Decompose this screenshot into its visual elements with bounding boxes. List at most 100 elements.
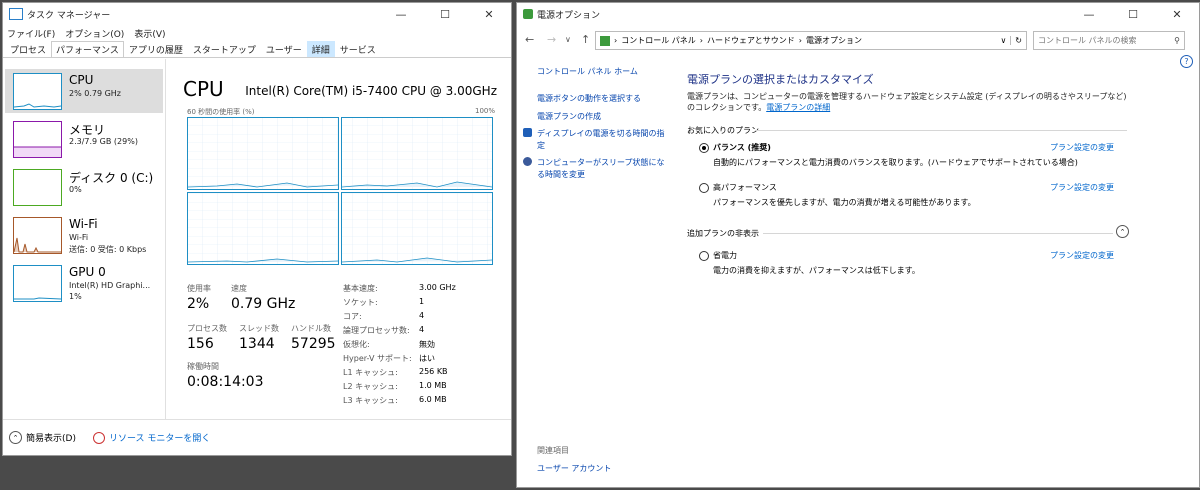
resource-monitor-icon bbox=[93, 431, 105, 444]
back-arrow-icon[interactable]: ← bbox=[525, 33, 534, 46]
menu-options[interactable]: オプション(O) bbox=[65, 27, 124, 40]
gpu-thumbnail-graph bbox=[13, 265, 62, 302]
related-items-label: 関連項目 bbox=[537, 446, 569, 455]
cpu-detail-panel: CPU Intel(R) Core(TM) i5-7400 CPU @ 3.00… bbox=[173, 59, 503, 419]
resource-sidebar: CPU 2% 0.79 GHz メモリ 2.3/7.9 GB (29%) ディス… bbox=[3, 59, 166, 419]
display-shield-icon bbox=[523, 128, 532, 137]
sidebar-item-label: GPU 0 bbox=[69, 265, 106, 279]
search-placeholder: コントロール パネルの検索 bbox=[1038, 36, 1137, 45]
nav-create-power-plan[interactable]: 電源プランの作成 bbox=[537, 111, 601, 122]
maximize-button[interactable]: ☐ bbox=[1111, 3, 1155, 25]
close-button[interactable]: ✕ bbox=[467, 3, 511, 25]
fewer-details-button[interactable]: ⌃ 簡易表示(D) bbox=[9, 431, 76, 444]
spec-value: 1 bbox=[419, 297, 425, 306]
menu-view[interactable]: 表示(V) bbox=[134, 27, 165, 40]
collapse-chevron-icon[interactable]: ⌃ bbox=[1116, 225, 1129, 238]
sidebar-item-detail-2: 1% bbox=[69, 292, 82, 301]
spec-value: 無効 bbox=[419, 340, 435, 349]
change-plan-settings-link[interactable]: プラン設定の変更 bbox=[1050, 182, 1114, 193]
tab-details[interactable]: 詳細 bbox=[306, 41, 335, 57]
sidebar-item-detail: Intel(R) HD Graphi... bbox=[69, 281, 151, 290]
tab-app-history[interactable]: アプリの履歴 bbox=[124, 41, 188, 57]
help-icon[interactable]: ? bbox=[1180, 55, 1193, 68]
open-resource-monitor-link[interactable]: リソース モニターを開く bbox=[93, 431, 210, 444]
sidebar-item-disk[interactable]: ディスク 0 (C:) 0% bbox=[5, 165, 163, 209]
change-plan-settings-link[interactable]: プラン設定の変更 bbox=[1050, 142, 1114, 153]
cpu-model: Intel(R) Core(TM) i5-7400 CPU @ 3.00GHz bbox=[245, 84, 497, 98]
core-graph-0 bbox=[187, 117, 339, 190]
tab-services[interactable]: サービス bbox=[335, 41, 381, 57]
task-manager-window: タスク マネージャー — ☐ ✕ ファイル(F) オプション(O) 表示(V) … bbox=[2, 2, 512, 456]
plan-radio-power-saver[interactable] bbox=[699, 251, 709, 261]
tab-performance[interactable]: パフォーマンス bbox=[51, 41, 124, 57]
tab-strip: プロセス パフォーマンス アプリの履歴 スタートアップ ユーザー 詳細 サービス bbox=[3, 41, 511, 58]
nav-user-accounts[interactable]: ユーザー アカウント bbox=[537, 463, 611, 474]
sidebar-item-label: CPU bbox=[69, 73, 94, 87]
forward-arrow-icon[interactable]: → bbox=[547, 33, 556, 46]
task-manager-footer: ⌃ 簡易表示(D) リソース モニターを開く bbox=[3, 419, 511, 455]
plan-description: 自動的にパフォーマンスと電力消費のバランスを取ります。(ハードウェアでサポートさ… bbox=[713, 158, 1078, 167]
breadcrumb-item[interactable]: コントロール パネル bbox=[621, 35, 696, 46]
section-divider bbox=[763, 233, 1113, 234]
plan-radio-balanced[interactable] bbox=[699, 143, 709, 153]
section-divider bbox=[755, 130, 1127, 131]
tab-users[interactable]: ユーザー bbox=[261, 41, 307, 57]
power-options-window: 電源オプション — ☐ ✕ ← → ∨ ↑ › コントロール パネル › ハード… bbox=[516, 2, 1200, 488]
address-dropdown-icon[interactable]: ∨ bbox=[1000, 36, 1006, 45]
sidebar-item-wifi[interactable]: Wi-Fi Wi-Fi 送信: 0 受信: 0 Kbps bbox=[5, 213, 163, 257]
nav-choose-power-buttons[interactable]: 電源ボタンの動作を選択する bbox=[537, 93, 641, 104]
minimize-button[interactable]: — bbox=[1067, 3, 1111, 25]
graph-axis-label: 60 秒間の使用率 (%) bbox=[187, 108, 255, 116]
control-panel-icon bbox=[600, 35, 610, 46]
usage-label: 使用率 bbox=[187, 284, 211, 293]
refresh-icon[interactable]: ↻ bbox=[1010, 36, 1026, 45]
sidebar-item-cpu[interactable]: CPU 2% 0.79 GHz bbox=[5, 69, 163, 113]
disk-thumbnail-graph bbox=[13, 169, 62, 206]
sidebar-item-gpu[interactable]: GPU 0 Intel(R) HD Graphi... 1% bbox=[5, 261, 163, 305]
breadcrumb-separator-icon: › bbox=[798, 36, 802, 45]
sidebar-item-detail: 2.3/7.9 GB (29%) bbox=[69, 137, 138, 146]
sidebar-item-detail: 2% 0.79 GHz bbox=[69, 89, 122, 98]
nav-control-panel-home[interactable]: コントロール パネル ホーム bbox=[537, 66, 638, 77]
spec-value: 4 bbox=[419, 311, 425, 320]
menu-file[interactable]: ファイル(F) bbox=[7, 27, 55, 40]
search-icon: ⚲ bbox=[1174, 36, 1180, 45]
sleep-moon-icon bbox=[523, 157, 532, 166]
core-graph-2 bbox=[187, 192, 339, 265]
window-title: 電源オプション bbox=[537, 10, 601, 21]
sidebar-item-memory[interactable]: メモリ 2.3/7.9 GB (29%) bbox=[5, 117, 163, 161]
minimize-button[interactable]: — bbox=[379, 3, 423, 25]
search-input[interactable]: コントロール パネルの検索 ⚲ bbox=[1033, 31, 1185, 50]
history-chevron-icon[interactable]: ∨ bbox=[565, 35, 571, 44]
breadcrumb[interactable]: › コントロール パネル › ハードウェアとサウンド › 電源オプション ∨ ↻ bbox=[595, 31, 1027, 50]
tab-startup[interactable]: スタートアップ bbox=[188, 41, 261, 57]
close-button[interactable]: ✕ bbox=[1155, 3, 1199, 25]
plan-description: パフォーマンスを優先しますが、電力の消費が増える可能性があります。 bbox=[713, 198, 976, 207]
plan-name: バランス (推奨) bbox=[713, 143, 771, 152]
process-label: プロセス数 bbox=[187, 324, 227, 333]
spec-key: ソケット: bbox=[343, 298, 378, 307]
power-plan-details-link[interactable]: 電源プランの詳細 bbox=[766, 103, 830, 112]
spec-key: 論理プロセッサ数: bbox=[343, 326, 410, 335]
core-graph-3 bbox=[341, 192, 493, 265]
maximize-button[interactable]: ☐ bbox=[423, 3, 467, 25]
breadcrumb-item[interactable]: ハードウェアとサウンド bbox=[707, 35, 795, 46]
change-plan-settings-link[interactable]: プラン設定の変更 bbox=[1050, 250, 1114, 261]
wifi-thumbnail-graph bbox=[13, 217, 62, 254]
nav-change-sleep-time[interactable]: コンピューターがスリープ状態になる時間を変更 bbox=[537, 157, 667, 181]
core-graph-1 bbox=[341, 117, 493, 190]
page-heading: 電源プランの選択またはカスタマイズ bbox=[687, 73, 874, 86]
spec-key: L3 キャッシュ: bbox=[343, 396, 398, 405]
plan-name: 省電力 bbox=[713, 251, 737, 260]
page-description: 電源プランは、コンピューターの電源を管理するハードウェア設定とシステム設定 (デ… bbox=[687, 91, 1137, 113]
tab-processes[interactable]: プロセス bbox=[5, 41, 51, 57]
nav-turn-off-display-time[interactable]: ディスプレイの電源を切る時間の指定 bbox=[537, 128, 667, 152]
handle-value: 57295 bbox=[291, 336, 336, 352]
uptime-label: 稼働時間 bbox=[187, 362, 219, 371]
up-arrow-icon[interactable]: ↑ bbox=[581, 33, 590, 46]
plan-radio-high-performance[interactable] bbox=[699, 183, 709, 193]
title-bar: タスク マネージャー — ☐ ✕ bbox=[3, 3, 511, 25]
extra-plans-header[interactable]: 追加プランの非表示 bbox=[687, 228, 759, 239]
breadcrumb-item[interactable]: 電源オプション bbox=[806, 35, 862, 46]
open-resource-monitor-label: リソース モニターを開く bbox=[109, 434, 211, 444]
